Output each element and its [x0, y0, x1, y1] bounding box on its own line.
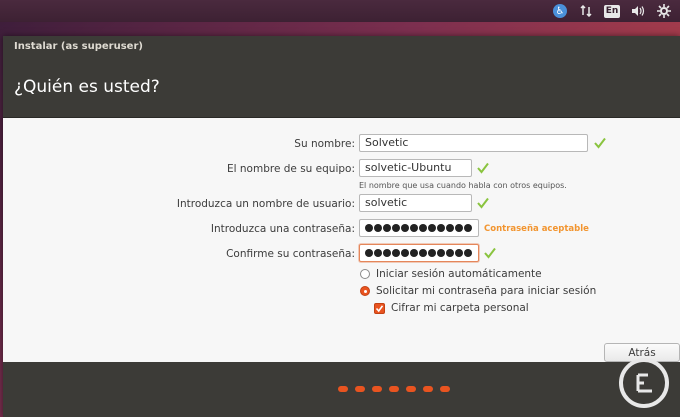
- password-dot: [374, 249, 382, 257]
- require-password-radio[interactable]: [360, 286, 370, 296]
- password-dot: [446, 224, 454, 232]
- password-dot: [455, 224, 463, 232]
- window-title: Instalar (as superuser): [3, 36, 680, 56]
- auto-login-radio[interactable]: [360, 269, 370, 279]
- password-dot: [401, 249, 409, 257]
- user-form: Su nombre: Solvetic El nombre de su equi…: [3, 118, 680, 362]
- computer-name-valid-check-icon: [477, 162, 489, 174]
- password-dot: [455, 249, 463, 257]
- computer-name-hint: El nombre que usa cuando habla con otros…: [359, 181, 567, 190]
- confirm-valid-check-icon: [484, 247, 496, 259]
- password-dot: [437, 224, 445, 232]
- checkmark-icon: [375, 305, 384, 313]
- progress-step-dot: [406, 386, 416, 392]
- network-icon[interactable]: [578, 3, 594, 19]
- password-dot: [392, 224, 400, 232]
- confirm-password-dots: [365, 245, 473, 261]
- username-field[interactable]: solvetic: [359, 194, 472, 212]
- progress-step-dot: [355, 386, 365, 392]
- username-label: Introduzca un nombre de usuario:: [176, 198, 355, 210]
- keyboard-layout-icon[interactable]: En: [603, 3, 621, 19]
- password-dot: [365, 249, 373, 257]
- password-dot: [374, 224, 382, 232]
- require-password-label[interactable]: Solicitar mi contraseña para iniciar ses…: [376, 285, 596, 297]
- password-dot: [410, 249, 418, 257]
- password-dot: [419, 249, 427, 257]
- site-watermark-logo: [619, 358, 669, 408]
- auto-login-label[interactable]: Iniciar sesión automáticamente: [376, 268, 542, 280]
- password-dot: [437, 249, 445, 257]
- settings-icon[interactable]: [656, 3, 672, 19]
- page-title: ¿Quién es usted?: [3, 56, 680, 118]
- top-panel: ♿ En: [0, 0, 680, 22]
- password-dot: [464, 249, 472, 257]
- progress-step-dot: [338, 386, 348, 392]
- installer-footer: [3, 362, 680, 417]
- password-dot: [419, 224, 427, 232]
- password-dot: [464, 224, 472, 232]
- encrypt-home-checkbox[interactable]: [374, 303, 385, 314]
- computer-name-field[interactable]: solvetic-Ubuntu: [359, 159, 472, 177]
- encrypt-home-label[interactable]: Cifrar mi carpeta personal: [391, 302, 529, 314]
- confirm-password-field[interactable]: [359, 244, 479, 262]
- accessibility-icon[interactable]: ♿: [552, 3, 568, 19]
- password-dot: [383, 224, 391, 232]
- password-dot: [410, 224, 418, 232]
- progress-step-dot: [423, 386, 433, 392]
- computer-name-label: El nombre de su equipo:: [227, 163, 355, 175]
- password-dot: [383, 249, 391, 257]
- name-field[interactable]: Solvetic: [359, 134, 588, 152]
- password-dot: [392, 249, 400, 257]
- confirm-password-label: Confirme su contraseña:: [226, 248, 355, 260]
- progress-step-dot: [440, 386, 450, 392]
- password-dot: [428, 224, 436, 232]
- name-valid-check-icon: [594, 137, 606, 149]
- password-dot: [446, 249, 454, 257]
- password-dot: [365, 224, 373, 232]
- installer-window: Instalar (as superuser) ¿Quién es usted?…: [3, 36, 680, 417]
- install-progress: [338, 386, 450, 392]
- password-field[interactable]: [359, 219, 479, 237]
- password-strength-label: Contraseña aceptable: [484, 224, 589, 234]
- password-dot: [428, 249, 436, 257]
- name-label: Su nombre:: [294, 138, 355, 150]
- username-valid-check-icon: [477, 197, 489, 209]
- volume-icon[interactable]: [630, 3, 646, 19]
- password-dots: [365, 220, 473, 236]
- progress-step-dot: [372, 386, 382, 392]
- password-label: Introduzca una contraseña:: [210, 223, 355, 235]
- password-dot: [401, 224, 409, 232]
- progress-step-dot: [389, 386, 399, 392]
